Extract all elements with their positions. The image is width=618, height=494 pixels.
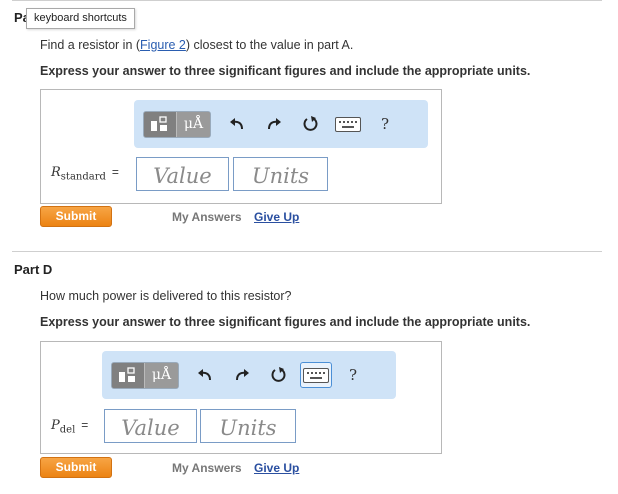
- part-d-give-up-link[interactable]: Give Up: [254, 461, 299, 475]
- part-d-instruction: Express your answer to three significant…: [40, 315, 531, 329]
- part-d-my-answers: My Answers: [172, 461, 242, 475]
- keyboard-shortcuts-tooltip: keyboard shortcuts: [26, 8, 135, 29]
- part-d-divider: [12, 251, 602, 252]
- units-icon[interactable]: μÅ: [145, 362, 178, 388]
- keyboard-glyph: [335, 116, 361, 132]
- help-icon[interactable]: ?: [369, 111, 401, 137]
- units-icon[interactable]: μÅ: [177, 111, 210, 137]
- var-symbol: R: [51, 165, 61, 180]
- var-subscript: standard: [60, 171, 106, 183]
- undo-icon[interactable]: [221, 111, 253, 137]
- part-d-question: How much power is delivered to this resi…: [40, 289, 292, 303]
- part-d-units-input[interactable]: [200, 409, 296, 443]
- part-c-give-up-link[interactable]: Give Up: [254, 210, 299, 224]
- part-c-submit-button[interactable]: Submit: [40, 206, 112, 227]
- help-icon[interactable]: ?: [337, 362, 369, 388]
- part-c-units-input[interactable]: [233, 157, 328, 191]
- top-divider: [12, 0, 602, 1]
- equals-sign: =: [111, 165, 119, 179]
- part-c-math-toolbar: μÅ ?: [134, 100, 428, 148]
- part-d-value-input[interactable]: [104, 409, 197, 443]
- part-d-header: Part D: [14, 262, 53, 277]
- part-c-value-input[interactable]: [136, 157, 229, 191]
- r-standard-label: Rstandard =: [51, 165, 119, 183]
- part-d-answer-box: μÅ ? Pdel =: [40, 341, 442, 454]
- undo-icon[interactable]: [189, 362, 221, 388]
- templates-icon[interactable]: [144, 111, 177, 137]
- part-c-question: Find a resistor in (Figure 2) closest to…: [40, 38, 353, 52]
- equals-sign: =: [81, 418, 89, 432]
- part-c-my-answers: My Answers: [172, 210, 242, 224]
- keyboard-icon[interactable]: [300, 362, 332, 388]
- part-c-answer-box: μÅ ? Rstandard =: [40, 89, 442, 204]
- part-d-math-toolbar: μÅ ?: [102, 351, 396, 399]
- question-text-post: ) closest to the value in part A.: [185, 38, 354, 52]
- templates-units-group: μÅ: [143, 110, 211, 138]
- keyboard-icon[interactable]: [332, 111, 364, 137]
- reset-icon[interactable]: [295, 111, 327, 137]
- keyboard-glyph: [303, 367, 329, 383]
- reset-icon[interactable]: [263, 362, 295, 388]
- redo-icon[interactable]: [226, 362, 258, 388]
- redo-icon[interactable]: [258, 111, 290, 137]
- part-d-submit-button[interactable]: Submit: [40, 457, 112, 478]
- p-del-label: Pdel =: [51, 418, 88, 436]
- figure-2-link[interactable]: Figure 2: [140, 38, 186, 52]
- templates-icon[interactable]: [112, 362, 145, 388]
- part-c-instruction: Express your answer to three significant…: [40, 64, 531, 78]
- var-subscript: del: [59, 424, 76, 436]
- templates-units-group: μÅ: [111, 361, 179, 389]
- var-symbol: P: [51, 418, 60, 433]
- question-text-pre: Find a resistor in (: [40, 38, 141, 52]
